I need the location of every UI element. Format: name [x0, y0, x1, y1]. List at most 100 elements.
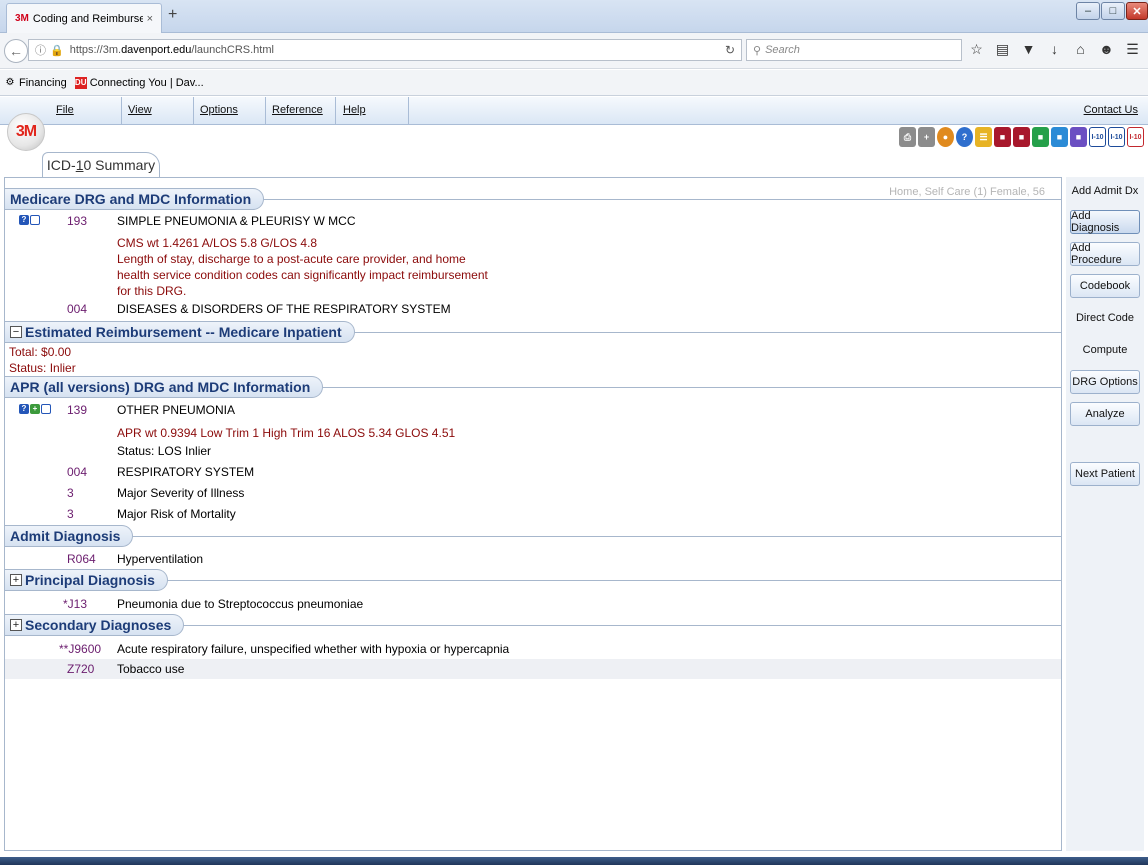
medicare-mdc-desc: DISEASES & DISORDERS OF THE RESPIRATORY …: [117, 302, 451, 316]
edit-icon[interactable]: +: [30, 404, 40, 414]
expand-toggle-icon[interactable]: +: [10, 619, 22, 631]
download-icon[interactable]: ↓: [1046, 41, 1063, 58]
gear-icon: ⚙: [4, 77, 16, 89]
apr-row-icons: ? +: [19, 404, 51, 414]
i10-search-icon[interactable]: I-10: [1108, 127, 1125, 147]
minimize-button[interactable]: –: [1076, 2, 1100, 20]
smiley-icon[interactable]: ☻: [1098, 41, 1115, 58]
medicare-drg-desc: SIMPLE PNEUMONIA & PLEURISY W MCC: [117, 214, 356, 228]
patient-meta: Home, Self Care (1) Female, 56: [889, 186, 1045, 198]
apr-rom-desc: Major Risk of Mortality: [117, 507, 236, 521]
admit-dx-desc: Hyperventilation: [117, 552, 203, 566]
medicare-weights: CMS wt 1.4261 A/LOS 5.8 G/LOS 4.8: [117, 236, 317, 250]
direct-code-button[interactable]: Direct Code: [1070, 306, 1140, 330]
tab-label-pre: ICD-: [47, 157, 76, 173]
add-admit-dx-button[interactable]: Add Admit Dx: [1070, 179, 1140, 203]
tool-icon-row: ⎙ + ● ? ☰ ■ ■ ■ ■ ■ I-10 I-10 I-10: [899, 127, 1144, 147]
apr-drg-header: APR (all versions) DRG and MDC Informati…: [5, 376, 323, 398]
book-dark-red-icon[interactable]: ■: [1013, 127, 1030, 147]
home-icon[interactable]: ⌂: [1072, 41, 1089, 58]
pcs-book-icon[interactable]: ■: [1070, 127, 1087, 147]
url-prefix: https://3m.: [70, 44, 121, 56]
medicare-drg-code[interactable]: 193: [67, 214, 87, 228]
browser-tab-bar: 3M Coding and Reimburseme... × + – □ ✕: [0, 0, 1148, 33]
info-icon[interactable]: ⓘ: [35, 42, 46, 58]
medicare-note-line-3: for this DRG.: [117, 284, 186, 298]
menu-reference[interactable]: Reference: [264, 97, 336, 125]
os-taskbar: [0, 857, 1148, 865]
bookmark-label: Connecting You | Dav...: [90, 77, 204, 89]
add-diagnosis-button[interactable]: Add Diagnosis: [1070, 210, 1140, 234]
close-window-button[interactable]: ✕: [1126, 2, 1148, 20]
medicare-mdc-code[interactable]: 004: [67, 302, 87, 316]
menu-options[interactable]: Options: [192, 97, 266, 125]
principal-diagnosis-header[interactable]: + Principal Diagnosis: [5, 569, 168, 591]
contact-us-link[interactable]: Contact Us: [1084, 104, 1138, 116]
menu-help[interactable]: Help: [335, 97, 409, 125]
print-add-icon[interactable]: +: [918, 127, 935, 147]
expand-toggle-icon[interactable]: +: [10, 574, 22, 586]
menu-view[interactable]: View: [120, 97, 194, 125]
apr-soi-code: 3: [67, 486, 74, 500]
add-procedure-button[interactable]: Add Procedure: [1070, 242, 1140, 266]
document-icon[interactable]: [30, 215, 40, 225]
book-red-icon[interactable]: ■: [994, 127, 1011, 147]
back-arrow-icon[interactable]: ←: [4, 39, 28, 63]
books-icon[interactable]: ☰: [975, 127, 992, 147]
secondary-dx-code[interactable]: Z720: [67, 662, 94, 676]
search-icon: ⚲: [753, 44, 761, 57]
menu-file[interactable]: File: [48, 97, 122, 125]
lock-icon: 🔒: [50, 44, 64, 57]
tab-label-accel: 1: [76, 157, 84, 173]
search-placeholder: Search: [765, 44, 800, 56]
tab-close-icon[interactable]: ×: [147, 13, 153, 25]
principal-dx-code[interactable]: *J13: [63, 597, 87, 611]
i10-icon[interactable]: I-10: [1089, 127, 1106, 147]
medicare-note-line-2: health service condition codes can signi…: [117, 268, 488, 282]
url-host: davenport.edu: [121, 44, 191, 56]
help-icon[interactable]: ?: [19, 404, 29, 414]
codebook-button[interactable]: Codebook: [1070, 274, 1140, 298]
url-bar[interactable]: ⓘ 🔒 https://3m.davenport.edu/launchCRS.h…: [28, 39, 742, 61]
book-green-icon[interactable]: ■: [1032, 127, 1049, 147]
maximize-button[interactable]: □: [1101, 2, 1125, 20]
bookmark-star-icon[interactable]: ☆: [968, 41, 985, 58]
apr-drg-code[interactable]: 139: [67, 403, 87, 417]
tab-title: Coding and Reimburseme...: [33, 13, 143, 25]
next-patient-button[interactable]: Next Patient: [1070, 462, 1140, 486]
collapse-toggle-icon[interactable]: −: [10, 326, 22, 338]
principal-header-label: Principal Diagnosis: [25, 572, 155, 588]
analyze-button[interactable]: Analyze: [1070, 402, 1140, 426]
section-divider: [5, 536, 1061, 537]
i10-red-icon[interactable]: I-10: [1127, 127, 1144, 147]
browser-tab[interactable]: 3M Coding and Reimburseme... ×: [6, 3, 162, 33]
action-button-panel: Add Admit Dx Add Diagnosis Add Procedure…: [1066, 177, 1144, 851]
drg-options-button[interactable]: DRG Options: [1070, 370, 1140, 394]
help-icon[interactable]: ?: [956, 127, 973, 147]
reimbursement-header[interactable]: − Estimated Reimbursement -- Medicare In…: [5, 321, 355, 343]
secondary-dx-code[interactable]: **J9600: [59, 642, 101, 656]
reading-list-icon[interactable]: ▤: [994, 41, 1011, 58]
secondary-diagnoses-header[interactable]: + Secondary Diagnoses: [5, 614, 184, 636]
print-icon[interactable]: ⎙: [899, 127, 916, 147]
summary-panel: Home, Self Care (1) Female, 56 Medicare …: [4, 177, 1062, 851]
reload-icon[interactable]: ↻: [725, 43, 735, 57]
bookmark-connecting-you[interactable]: DU Connecting You | Dav...: [75, 77, 204, 89]
document-icon[interactable]: [41, 404, 51, 414]
browser-toolbar: ☆ ▤ ▼ ↓ ⌂ ☻ ☰: [968, 41, 1141, 58]
help-icon[interactable]: ?: [19, 215, 29, 225]
secondary-header-label: Secondary Diagnoses: [25, 617, 171, 633]
apr-soi-desc: Major Severity of Illness: [117, 486, 244, 500]
new-tab-button[interactable]: +: [168, 6, 177, 24]
book-blue-icon[interactable]: ■: [1051, 127, 1068, 147]
bookmark-financing[interactable]: ⚙ Financing: [4, 77, 67, 89]
admit-dx-code[interactable]: R064: [67, 552, 96, 566]
search-input[interactable]: ⚲ Search: [746, 39, 962, 61]
apr-mdc-desc: RESPIRATORY SYSTEM: [117, 465, 254, 479]
person-icon[interactable]: ●: [937, 127, 954, 147]
apr-mdc-code[interactable]: 004: [67, 465, 87, 479]
compute-button[interactable]: Compute: [1070, 338, 1140, 362]
tab-icd10-summary[interactable]: ICD-10 Summary: [42, 152, 160, 177]
hamburger-menu-icon[interactable]: ☰: [1124, 41, 1141, 58]
pocket-icon[interactable]: ▼: [1020, 41, 1037, 58]
